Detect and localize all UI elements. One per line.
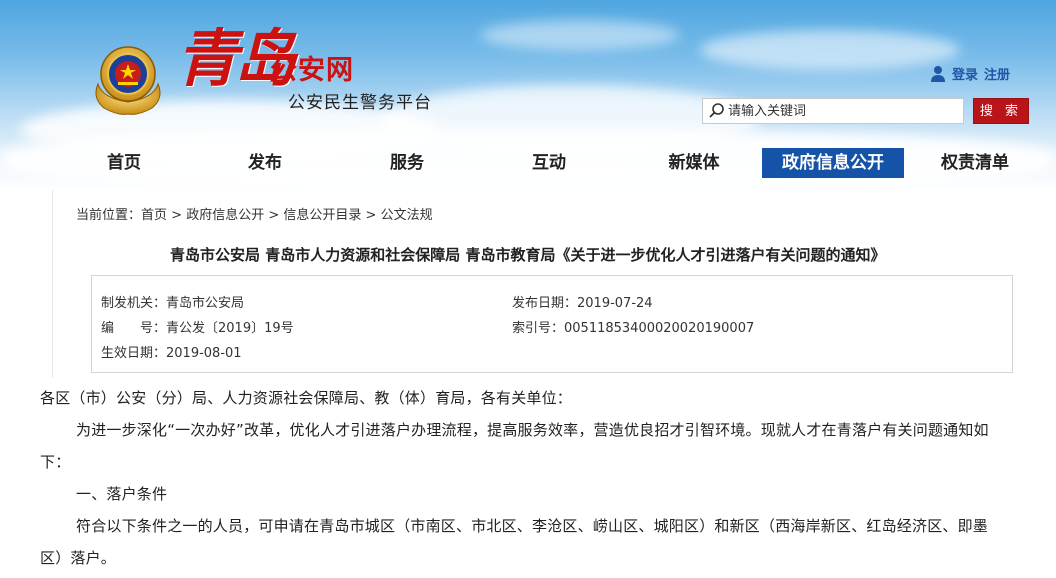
meta-publish-label: 发布日期： [512, 296, 578, 311]
meta-issuer-label: 制发机关： [101, 296, 167, 311]
breadcrumb-separator: > [264, 208, 284, 223]
user-links: 登录 注册 [930, 64, 1010, 83]
meta-effective-value: 2019-08-01 [166, 346, 242, 361]
breadcrumb-prefix: 当前位置： [76, 208, 142, 223]
site-subtitle: 公安民生警务平台 [288, 93, 432, 113]
meta-publish-date: 发布日期：2019-07-24 [512, 292, 653, 311]
meta-index-value: 00511853400020020190007 [564, 321, 755, 336]
police-badge-logo [95, 46, 161, 115]
breadcrumb-home[interactable]: 首页 [141, 208, 167, 223]
body-paragraph-1-line-1: 为进一步深化“一次办好”改革，优化人才引进落户办理流程，提高服务效率，营造优良招… [76, 421, 989, 439]
nav-item-service[interactable]: 服务 [387, 148, 427, 178]
meta-issuer: 制发机关：青岛市公安局 [101, 292, 244, 311]
body-salutation: 各区（市）公安（分）局、人力资源社会保障局、教（体）育局，各有关单位： [40, 389, 573, 407]
meta-number: 编 号：青公发〔2019〕19号 [101, 317, 294, 336]
meta-number-label: 编 号： [101, 321, 167, 336]
search-icon [709, 103, 724, 118]
nav-item-responsibility-list[interactable]: 权责清单 [940, 148, 1010, 178]
breadcrumb-catalog[interactable]: 信息公开目录 [283, 208, 361, 223]
breadcrumb-separator: > [167, 208, 187, 223]
breadcrumb: 当前位置：首页 > 政府信息公开 > 信息公开目录 > 公文法规 [76, 204, 433, 223]
site-header: 青岛 公安网 公安民生警务平台 登录 注册 搜 索 首页 发布 服务 互动 新媒… [0, 0, 1056, 190]
user-icon [931, 65, 945, 82]
meta-issuer-value: 青岛市公安局 [166, 296, 245, 311]
search-box [702, 98, 964, 124]
nav-item-new-media[interactable]: 新媒体 [664, 148, 724, 178]
body-paragraph-2-line-1: 符合以下条件之一的人员，可申请在青岛市城区（市南区、市北区、李沧区、崂山区、城阳… [76, 517, 989, 535]
main-nav: 首页 发布 服务 互动 新媒体 政府信息公开 权责清单 [52, 142, 1056, 186]
document-title: 青岛市公安局 青岛市人力资源和社会保障局 青岛市教育局《关于进一步优化人才引进落… [170, 246, 886, 264]
breadcrumb-separator: > [361, 208, 381, 223]
body-paragraph-2-line-2: 区）落户。 [40, 549, 117, 567]
meta-effective-date: 生效日期：2019-08-01 [101, 342, 242, 361]
body-paragraph-1-line-2: 下： [40, 453, 71, 471]
site-name: 公安网 [270, 55, 354, 86]
search-input[interactable] [726, 100, 956, 122]
meta-publish-value: 2019-07-24 [577, 296, 653, 311]
meta-index: 索引号：00511853400020020190007 [512, 317, 754, 336]
breadcrumb-gov-info[interactable]: 政府信息公开 [186, 208, 264, 223]
nav-item-home[interactable]: 首页 [104, 148, 144, 178]
search-button[interactable]: 搜 索 [973, 98, 1029, 124]
meta-effective-label: 生效日期： [101, 346, 167, 361]
breadcrumb-documents[interactable]: 公文法规 [381, 208, 433, 223]
register-link[interactable]: 注册 [984, 64, 1010, 83]
meta-number-value: 青公发〔2019〕19号 [166, 321, 294, 336]
meta-index-label: 索引号： [512, 321, 565, 336]
login-link[interactable]: 登录 [952, 64, 978, 83]
nav-item-publish[interactable]: 发布 [245, 148, 285, 178]
nav-item-gov-info[interactable]: 政府信息公开 [762, 148, 904, 178]
nav-item-interact[interactable]: 互动 [529, 148, 569, 178]
section-heading-1: 一、落户条件 [76, 485, 168, 503]
